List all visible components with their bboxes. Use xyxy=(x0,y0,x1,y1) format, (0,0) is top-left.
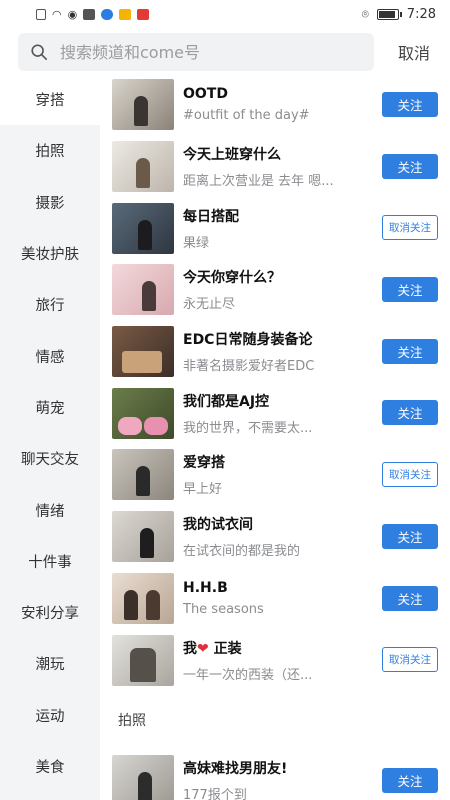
channel-title: EDC日常随身装备论 xyxy=(183,332,313,349)
unfollow-button[interactable]: 取消关注 xyxy=(382,647,438,673)
channel-desc: The seasons xyxy=(183,601,264,617)
channel-title: 每日搭配 xyxy=(183,208,239,225)
sidebar-item-photo[interactable]: 拍照 xyxy=(0,125,100,176)
channel-desc: 果绿 xyxy=(183,235,210,251)
channel-thumbnail xyxy=(112,202,174,254)
notification-icons: ◠ ◉ xyxy=(36,7,150,21)
category-sidebar: 穿搭 拍照 摄影 美妆护肤 旅行 情感 萌宠 聊天交友 情绪 十件事 安利分享 … xyxy=(0,74,100,800)
sidebar-item-ten-things[interactable]: 十件事 xyxy=(0,536,100,587)
follow-button[interactable]: 关注 xyxy=(382,585,438,611)
sidebar-item-pets[interactable]: 萌宠 xyxy=(0,382,100,433)
follow-button[interactable]: 关注 xyxy=(382,92,438,117)
channel-thumbnail xyxy=(112,572,174,624)
app-icon-blue xyxy=(101,8,114,20)
sidebar-item-emotion[interactable]: 情感 xyxy=(0,330,100,381)
channel-row[interactable]: H.H.B The seasons 关注 xyxy=(100,568,450,630)
sidebar-item-mood[interactable]: 情绪 xyxy=(0,484,100,535)
channel-desc: 永无止尽 xyxy=(183,297,236,313)
search-box[interactable] xyxy=(18,33,374,71)
app-icon xyxy=(83,8,96,20)
sidebar-item-food[interactable]: 美食 xyxy=(0,741,100,792)
channel-desc: 我的世界，不需要太... xyxy=(183,420,313,436)
sidebar-item-share[interactable]: 安利分享 xyxy=(0,587,100,638)
channel-desc: 177报个到 xyxy=(183,788,247,800)
unfollow-button[interactable]: 取消关注 xyxy=(382,215,438,241)
channel-thumbnail xyxy=(112,326,174,378)
channel-row[interactable]: 今天上班穿什么 距离上次营业是 去年 嗯... 关注 xyxy=(100,136,450,198)
sidebar-item-outfit[interactable]: 穿搭 xyxy=(0,74,100,126)
channel-row[interactable]: 高妹难找男朋友! 177报个到 关注 xyxy=(100,750,450,800)
sidebar-item-beauty[interactable]: 美妆护肤 xyxy=(0,228,100,279)
status-time: 7:28 xyxy=(406,6,436,22)
channel-title: H.H.B xyxy=(183,579,228,596)
channel-thumbnail xyxy=(112,755,174,800)
channel-row[interactable]: 我的试衣间 在试衣间的都是我的 关注 xyxy=(100,506,450,568)
heart-icon: ❤ xyxy=(197,640,209,657)
channel-thumbnail xyxy=(112,79,174,131)
channel-thumbnail xyxy=(112,449,174,501)
channel-title: 我的试衣间 xyxy=(183,517,253,534)
channel-thumbnail xyxy=(112,141,174,193)
search-header: 取消 xyxy=(0,32,450,72)
sidebar-item-toys[interactable]: 潮玩 xyxy=(0,638,100,689)
channel-title: 我们都是AJ控 xyxy=(183,393,270,410)
app-icon-yellow xyxy=(119,8,132,20)
follow-button[interactable]: 关注 xyxy=(382,338,438,364)
battery-icon xyxy=(376,8,402,20)
channel-desc: 早上好 xyxy=(183,482,223,498)
unfollow-button[interactable]: 取消关注 xyxy=(382,462,438,488)
channel-row[interactable]: 今天你穿什么？ 永无止尽 关注 xyxy=(100,259,450,321)
channel-row[interactable]: 每日搭配 果绿 取消关注 xyxy=(100,197,450,259)
channel-title: 今天你穿什么？ xyxy=(183,270,281,287)
channel-thumbnail xyxy=(112,634,174,686)
channel-thumbnail xyxy=(112,387,174,439)
sidebar-item-chat[interactable]: 聊天交友 xyxy=(0,433,100,484)
channel-title: 我❤ 正装 xyxy=(183,640,242,657)
location-icon: ⌾ xyxy=(361,6,369,21)
follow-button[interactable]: 关注 xyxy=(382,400,438,426)
follow-button[interactable]: 关注 xyxy=(382,153,438,179)
channel-row[interactable]: 我们都是AJ控 我的世界，不需要太... 关注 xyxy=(100,382,450,444)
channel-title: 爱穿搭 xyxy=(183,455,225,472)
wifi-icon: ◠ xyxy=(52,7,62,21)
sidebar-item-photography[interactable]: 摄影 xyxy=(0,177,100,228)
channel-thumbnail xyxy=(112,264,174,316)
section-header: 拍照 xyxy=(118,713,146,730)
follow-button[interactable]: 关注 xyxy=(382,767,438,793)
channel-row[interactable]: 爱穿搭 早上好 取消关注 xyxy=(100,444,450,506)
channel-desc: 距离上次营业是 去年 嗯... xyxy=(183,174,334,190)
channel-title: 高妹难找男朋友! xyxy=(183,761,288,778)
channel-list: OOTD #outfit of the day# 关注 今天上班穿什么 距离上次… xyxy=(100,74,450,800)
cancel-button[interactable]: 取消 xyxy=(398,40,430,64)
sidebar-item-travel[interactable]: 旅行 xyxy=(0,279,100,330)
channel-title: OOTD xyxy=(183,86,228,103)
channel-desc: #outfit of the day# xyxy=(183,108,310,124)
sim-icon xyxy=(36,8,46,20)
channel-title: 今天上班穿什么 xyxy=(183,147,281,164)
channel-desc: 在试衣间的都是我的 xyxy=(183,544,301,560)
follow-button[interactable]: 关注 xyxy=(382,523,438,549)
channel-desc: 一年一次的西装（还... xyxy=(183,667,313,683)
search-input[interactable] xyxy=(60,42,360,62)
channel-row[interactable]: OOTD #outfit of the day# 关注 xyxy=(100,74,450,136)
channel-desc: 非著名摄影爱好者EDC xyxy=(183,359,315,375)
app-icon-red xyxy=(137,8,150,20)
channel-thumbnail xyxy=(112,511,174,563)
sidebar-item-sports[interactable]: 运动 xyxy=(0,690,100,741)
follow-button[interactable]: 关注 xyxy=(382,277,438,303)
status-bar: ◠ ◉ ⌾ 7:28 xyxy=(0,0,450,28)
signal-icon: ◉ xyxy=(67,7,78,21)
channel-row[interactable]: EDC日常随身装备论 非著名摄影爱好者EDC 关注 xyxy=(100,321,450,383)
channel-row[interactable]: 我❤ 正装 一年一次的西装（还... 取消关注 xyxy=(100,629,450,691)
search-icon xyxy=(31,44,48,61)
